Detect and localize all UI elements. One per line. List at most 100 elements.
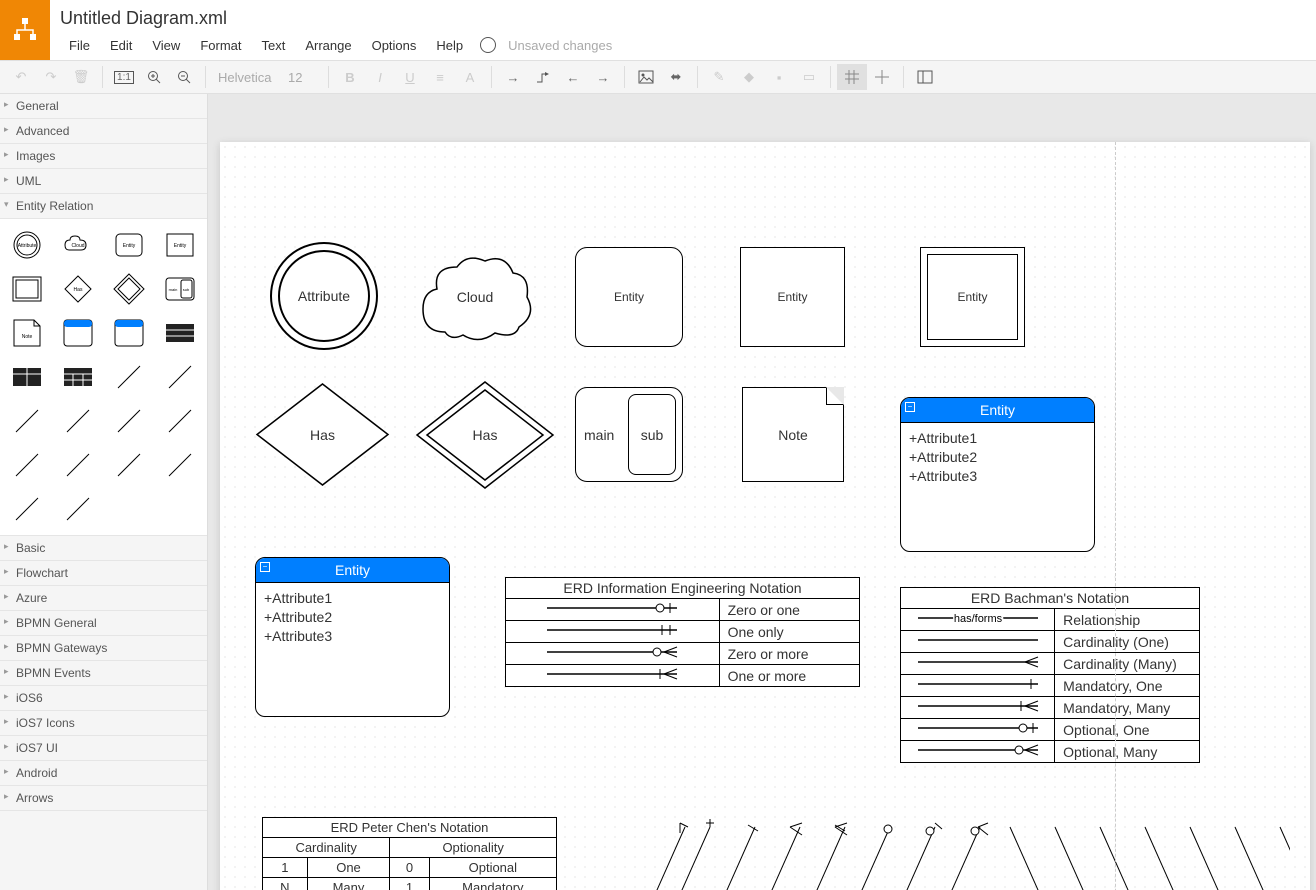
palette-mainsub[interactable]: mainsub bbox=[156, 269, 203, 309]
sidebar-cat-azure[interactable]: Azure bbox=[0, 586, 207, 611]
sidebar-cat-android[interactable]: Android bbox=[0, 761, 207, 786]
canvas[interactable]: Attribute Cloud Entity Entity Entity Has… bbox=[220, 142, 1310, 890]
menu-edit[interactable]: Edit bbox=[101, 36, 141, 55]
palette-line3[interactable] bbox=[4, 401, 51, 441]
actual-size-button[interactable]: 1:1 bbox=[109, 64, 139, 90]
line-color-button[interactable]: ✎ bbox=[704, 64, 734, 90]
shape-has[interactable]: Has bbox=[255, 382, 390, 487]
sidebar-cat-advanced[interactable]: Advanced bbox=[0, 119, 207, 144]
sidebar-cat-basic[interactable]: Basic bbox=[0, 536, 207, 561]
palette-line6[interactable] bbox=[156, 401, 203, 441]
zoom-out-button[interactable] bbox=[169, 64, 199, 90]
bold-button[interactable]: B bbox=[335, 64, 365, 90]
palette-dark-table2[interactable] bbox=[4, 357, 51, 397]
palette-entity-round[interactable]: Entity bbox=[106, 225, 153, 265]
menu-bar: File Edit View Format Text Arrange Optio… bbox=[60, 32, 1306, 58]
shape-style-button[interactable]: ▭ bbox=[794, 64, 824, 90]
canvas-area[interactable]: Attribute Cloud Entity Entity Entity Has… bbox=[208, 94, 1316, 890]
palette-line11[interactable] bbox=[4, 489, 51, 529]
app-logo[interactable] bbox=[0, 0, 50, 60]
line-start-button[interactable]: ← bbox=[558, 64, 588, 90]
palette-entity-rect[interactable]: Entity bbox=[156, 225, 203, 265]
palette-cloud[interactable]: Cloud bbox=[55, 225, 102, 265]
sidebar-cat-arrows[interactable]: Arrows bbox=[0, 786, 207, 811]
insert-image-button[interactable] bbox=[631, 64, 661, 90]
sidebar-cat-bpmn-events[interactable]: BPMN Events bbox=[0, 661, 207, 686]
palette-entity-weak[interactable] bbox=[4, 269, 51, 309]
font-color-button[interactable]: A bbox=[455, 64, 485, 90]
undo-button[interactable]: ↶ bbox=[6, 64, 36, 90]
connection-button[interactable]: → bbox=[498, 64, 528, 90]
shape-entity-rect[interactable]: Entity bbox=[740, 247, 845, 347]
palette-attribute[interactable]: Attribute bbox=[4, 225, 51, 265]
document-title[interactable]: Untitled Diagram.xml bbox=[60, 8, 227, 29]
outline-button[interactable] bbox=[910, 64, 940, 90]
svg-text:Attribute: Attribute bbox=[18, 243, 37, 249]
palette-entity-table2[interactable] bbox=[106, 313, 153, 353]
shape-mainsub[interactable]: main sub bbox=[575, 387, 683, 482]
sidebar-cat-bpmn-gateways[interactable]: BPMN Gateways bbox=[0, 636, 207, 661]
connector-samples[interactable] bbox=[630, 817, 1290, 890]
shape-entity-weak[interactable]: Entity bbox=[920, 247, 1025, 347]
font-size-select[interactable]: 12 bbox=[282, 68, 322, 87]
menu-file[interactable]: File bbox=[60, 36, 99, 55]
menu-options[interactable]: Options bbox=[363, 36, 426, 55]
sidebar-cat-entity-relation[interactable]: Entity Relation bbox=[0, 194, 207, 219]
palette-line5[interactable] bbox=[106, 401, 153, 441]
palette-note[interactable]: Note bbox=[4, 313, 51, 353]
table-ie-notation[interactable]: ERD Information Engineering Notation Zer… bbox=[505, 577, 860, 687]
sidebar-cat-ios7-ui[interactable]: iOS7 UI bbox=[0, 736, 207, 761]
italic-button[interactable]: I bbox=[365, 64, 395, 90]
palette-line8[interactable] bbox=[55, 445, 102, 485]
palette-line10[interactable] bbox=[156, 445, 203, 485]
menu-format[interactable]: Format bbox=[191, 36, 250, 55]
palette-line7[interactable] bbox=[4, 445, 51, 485]
sidebar-cat-ios6[interactable]: iOS6 bbox=[0, 686, 207, 711]
palette-has[interactable]: Has bbox=[55, 269, 102, 309]
line-end-button[interactable]: → bbox=[588, 64, 618, 90]
shape-entity-table-2[interactable]: −Entity +Attribute1 +Attribute2 +Attribu… bbox=[255, 557, 450, 717]
menu-help[interactable]: Help bbox=[427, 36, 472, 55]
font-family-select[interactable]: Helvetica bbox=[212, 68, 282, 87]
palette-line12[interactable] bbox=[55, 489, 102, 529]
palette-entity-table1[interactable] bbox=[55, 313, 102, 353]
palette-has-weak[interactable] bbox=[106, 269, 153, 309]
palette-line9[interactable] bbox=[106, 445, 153, 485]
language-icon[interactable] bbox=[480, 37, 496, 53]
page-guide-vertical bbox=[1115, 142, 1116, 890]
palette-dark-table[interactable] bbox=[156, 313, 203, 353]
underline-button[interactable]: U bbox=[395, 64, 425, 90]
sidebar-cat-bpmn-general[interactable]: BPMN General bbox=[0, 611, 207, 636]
shape-attribute[interactable]: Attribute bbox=[270, 242, 378, 350]
fill-color-button[interactable]: ◆ bbox=[734, 64, 764, 90]
waypoint-button[interactable] bbox=[528, 64, 558, 90]
align-button[interactable]: ≡ bbox=[425, 64, 455, 90]
table-bachman-notation[interactable]: ERD Bachman's Notation has/formsRelation… bbox=[900, 587, 1200, 763]
delete-button[interactable]: 🗑 bbox=[66, 64, 96, 90]
menu-view[interactable]: View bbox=[143, 36, 189, 55]
sidebar-cat-uml[interactable]: UML bbox=[0, 169, 207, 194]
shadow-button[interactable]: ▪ bbox=[764, 64, 794, 90]
svg-text:has/forms: has/forms bbox=[953, 613, 1002, 625]
palette-line2[interactable] bbox=[156, 357, 203, 397]
sidebar-cat-flowchart[interactable]: Flowchart bbox=[0, 561, 207, 586]
palette-dark-table3[interactable] bbox=[55, 357, 102, 397]
sidebar-cat-general[interactable]: General bbox=[0, 94, 207, 119]
palette-line1[interactable] bbox=[106, 357, 153, 397]
shape-note[interactable]: Note bbox=[742, 387, 844, 482]
menu-arrange[interactable]: Arrange bbox=[296, 36, 360, 55]
shape-has-weak[interactable]: Has bbox=[415, 380, 555, 490]
grid-button[interactable] bbox=[837, 64, 867, 90]
palette-line4[interactable] bbox=[55, 401, 102, 441]
guides-button[interactable] bbox=[867, 64, 897, 90]
sidebar-cat-ios7-icons[interactable]: iOS7 Icons bbox=[0, 711, 207, 736]
menu-text[interactable]: Text bbox=[252, 36, 294, 55]
shape-cloud[interactable]: Cloud bbox=[415, 247, 535, 347]
shape-entity-table-1[interactable]: −Entity +Attribute1 +Attribute2 +Attribu… bbox=[900, 397, 1095, 552]
shape-entity-round[interactable]: Entity bbox=[575, 247, 683, 347]
redo-button[interactable]: ↷ bbox=[36, 64, 66, 90]
zoom-in-button[interactable] bbox=[139, 64, 169, 90]
sidebar-cat-images[interactable]: Images bbox=[0, 144, 207, 169]
insert-link-button[interactable]: ⬌ bbox=[661, 64, 691, 90]
table-chen-notation[interactable]: ERD Peter Chen's Notation CardinalityOpt… bbox=[262, 817, 557, 890]
